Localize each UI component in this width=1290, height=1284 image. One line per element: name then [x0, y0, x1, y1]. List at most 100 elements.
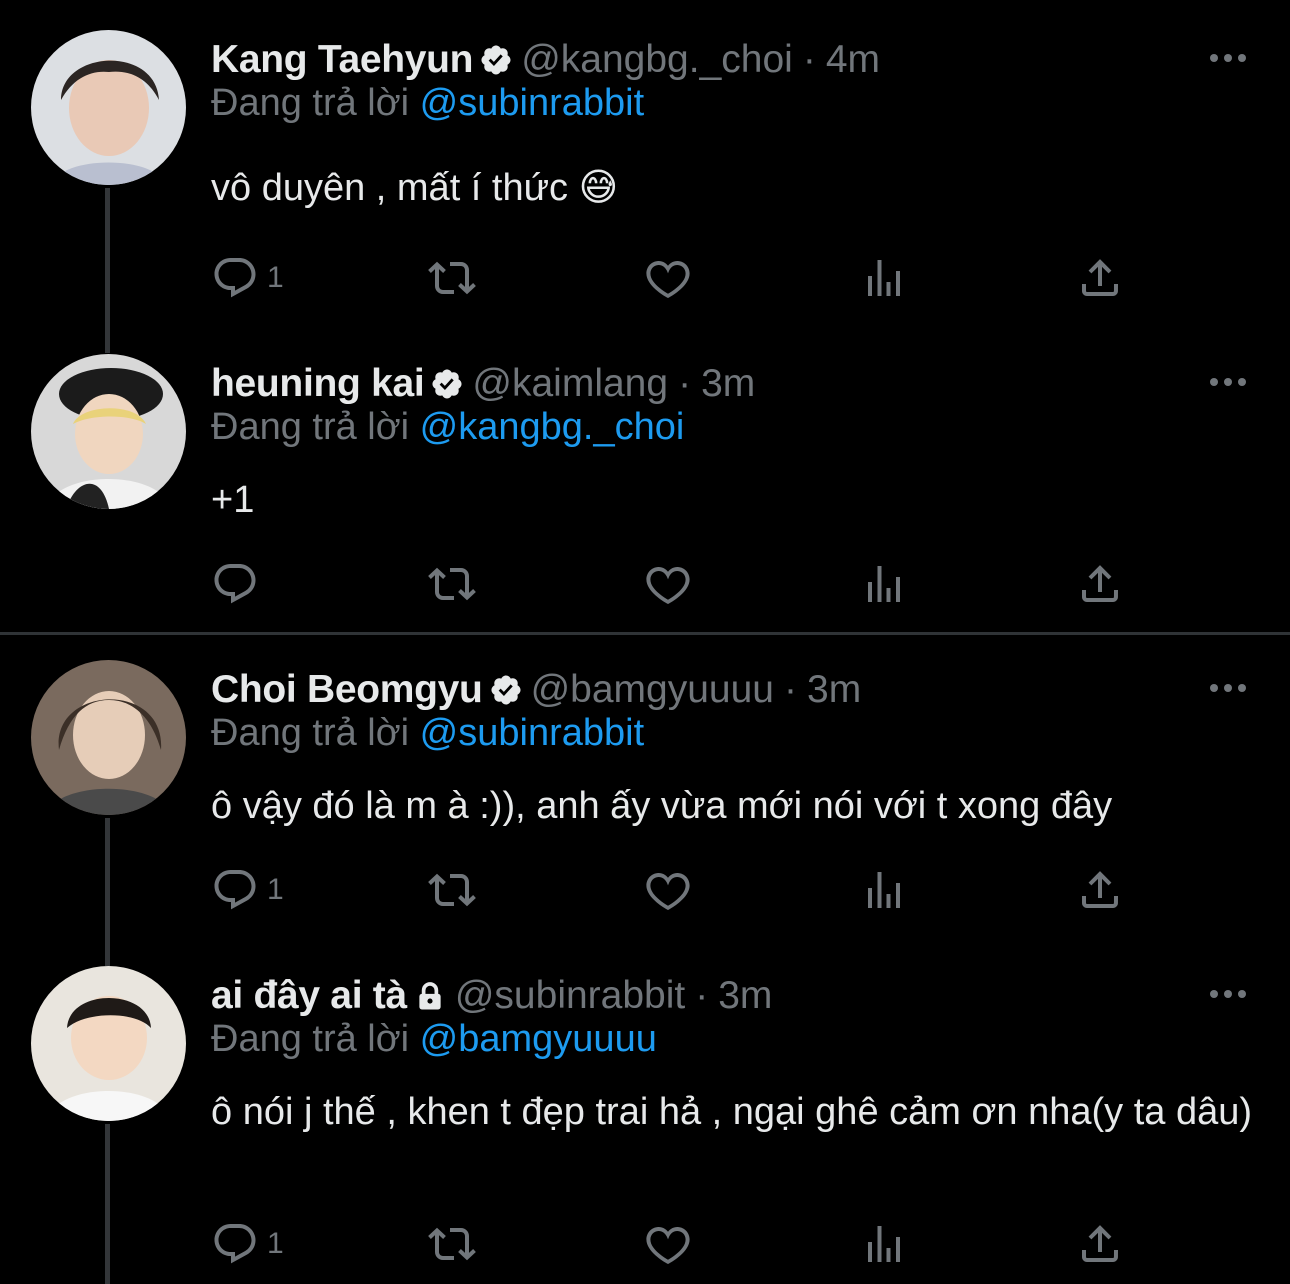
views-icon [860, 560, 908, 608]
retweet-icon [428, 560, 476, 608]
reply-icon [211, 254, 259, 302]
more-dots-icon[interactable] [1208, 984, 1248, 1004]
retweet-icon [428, 1220, 476, 1268]
reply-prefix: Đang trả lời [211, 1018, 410, 1060]
views-icon [860, 866, 908, 914]
tweet-text: ô vậy đó là m à :)), anh ấy vừa mới nói … [211, 785, 1113, 827]
reply-icon [211, 1220, 259, 1268]
separator: · [678, 362, 692, 405]
replying-to: Đang trả lời @kangbg._choi [211, 406, 684, 449]
reply-button[interactable] [211, 554, 267, 614]
avatar[interactable] [31, 966, 186, 1121]
avatar[interactable] [31, 660, 186, 815]
like-icon [644, 1220, 692, 1268]
verified-badge-icon [479, 43, 513, 77]
verified-badge-icon [489, 673, 523, 707]
action-bar: 1 [211, 1214, 1211, 1274]
share-icon [1076, 866, 1124, 914]
reply-button[interactable]: 1 [211, 860, 284, 920]
views-button[interactable] [860, 248, 908, 308]
like-icon [644, 866, 692, 914]
tweet[interactable]: Kang Taehyun @kangbg._choi · 4m Đang trả… [0, 30, 1290, 330]
separator: · [784, 668, 797, 711]
timestamp[interactable]: 4m [826, 38, 880, 82]
reply-count: 1 [267, 1227, 284, 1260]
mention-link[interactable]: @subinrabbit [420, 712, 644, 754]
views-icon [860, 254, 908, 302]
retweet-icon [428, 866, 476, 914]
display-name[interactable]: ai đây ai tà [211, 974, 407, 1018]
verified-badge-icon [430, 367, 464, 401]
share-button[interactable] [1076, 248, 1124, 308]
views-button[interactable] [860, 554, 908, 614]
retweet-button[interactable] [428, 554, 476, 614]
action-bar: 1 [211, 860, 1211, 920]
tweet-text: +1 [211, 479, 255, 521]
lock-icon [413, 979, 447, 1013]
reply-button[interactable]: 1 [211, 248, 284, 308]
more-dots-icon[interactable] [1208, 48, 1248, 68]
timestamp[interactable]: 3m [807, 668, 861, 712]
reply-prefix: Đang trả lời [211, 82, 410, 124]
display-name[interactable]: Choi Beomgyu [211, 668, 483, 712]
views-button[interactable] [860, 1214, 908, 1274]
reply-prefix: Đang trả lời [211, 712, 410, 754]
tweet-text: ô nói j thế , khen t đẹp trai hả , ngại … [211, 1091, 1253, 1133]
like-button[interactable] [644, 554, 692, 614]
views-icon [860, 1220, 908, 1268]
replying-to: Đang trả lời @subinrabbit [211, 712, 644, 755]
tweet-header: heuning kai @kaimlang · 3m [211, 354, 755, 414]
views-button[interactable] [860, 860, 908, 920]
timestamp[interactable]: 3m [718, 974, 772, 1018]
retweet-icon [428, 254, 476, 302]
more-dots-icon[interactable] [1208, 372, 1248, 392]
mention-link[interactable]: @subinrabbit [420, 82, 644, 124]
retweet-button[interactable] [428, 1214, 476, 1274]
tweet-header: ai đây ai tà @subinrabbit · 3m [211, 966, 772, 1026]
tweet-text: vô duyên , mất í thức 😅 [211, 167, 619, 209]
retweet-button[interactable] [428, 860, 476, 920]
tweet-header: Choi Beomgyu @bamgyuuuu · 3m [211, 660, 861, 720]
like-icon [644, 560, 692, 608]
replying-to: Đang trả lời @subinrabbit [211, 82, 644, 125]
reply-icon [211, 560, 259, 608]
handle[interactable]: @kaimlang [472, 362, 668, 406]
share-icon [1076, 254, 1124, 302]
separator: · [695, 974, 709, 1017]
like-icon [644, 254, 692, 302]
share-button[interactable] [1076, 554, 1124, 614]
tweet[interactable]: ai đây ai tà @subinrabbit · 3m Đang trả … [0, 966, 1290, 1284]
avatar[interactable] [31, 30, 186, 185]
more-dots-icon[interactable] [1208, 678, 1248, 698]
replying-to: Đang trả lời @bamgyuuuu [211, 1018, 657, 1061]
mention-link[interactable]: @bamgyuuuu [420, 1018, 657, 1060]
thread-divider [0, 632, 1290, 635]
share-button[interactable] [1076, 1214, 1124, 1274]
like-button[interactable] [644, 1214, 692, 1274]
display-name[interactable]: heuning kai [211, 362, 425, 406]
tweet[interactable]: Choi Beomgyu @bamgyuuuu · 3m Đang trả lờ… [0, 660, 1290, 950]
reply-button[interactable]: 1 [211, 1214, 284, 1274]
display-name[interactable]: Kang Taehyun [211, 38, 474, 82]
handle[interactable]: @bamgyuuuu [531, 668, 774, 712]
handle[interactable]: @kangbg._choi [521, 38, 793, 82]
tweet-header: Kang Taehyun @kangbg._choi · 4m [211, 30, 880, 90]
reply-count: 1 [267, 873, 284, 906]
action-bar: 1 [211, 248, 1211, 308]
reply-prefix: Đang trả lời [211, 406, 410, 448]
tweet[interactable]: heuning kai @kaimlang · 3m Đang trả lời … [0, 354, 1290, 624]
like-button[interactable] [644, 248, 692, 308]
handle[interactable]: @subinrabbit [455, 974, 685, 1018]
separator: · [802, 38, 816, 81]
retweet-button[interactable] [428, 248, 476, 308]
action-bar [211, 554, 1211, 614]
reply-icon [211, 866, 259, 914]
mention-link[interactable]: @kangbg._choi [420, 406, 685, 448]
reply-count: 1 [267, 261, 284, 294]
share-button[interactable] [1076, 860, 1124, 920]
timestamp[interactable]: 3m [701, 362, 755, 406]
share-icon [1076, 1220, 1124, 1268]
avatar[interactable] [31, 354, 186, 509]
like-button[interactable] [644, 860, 692, 920]
share-icon [1076, 560, 1124, 608]
